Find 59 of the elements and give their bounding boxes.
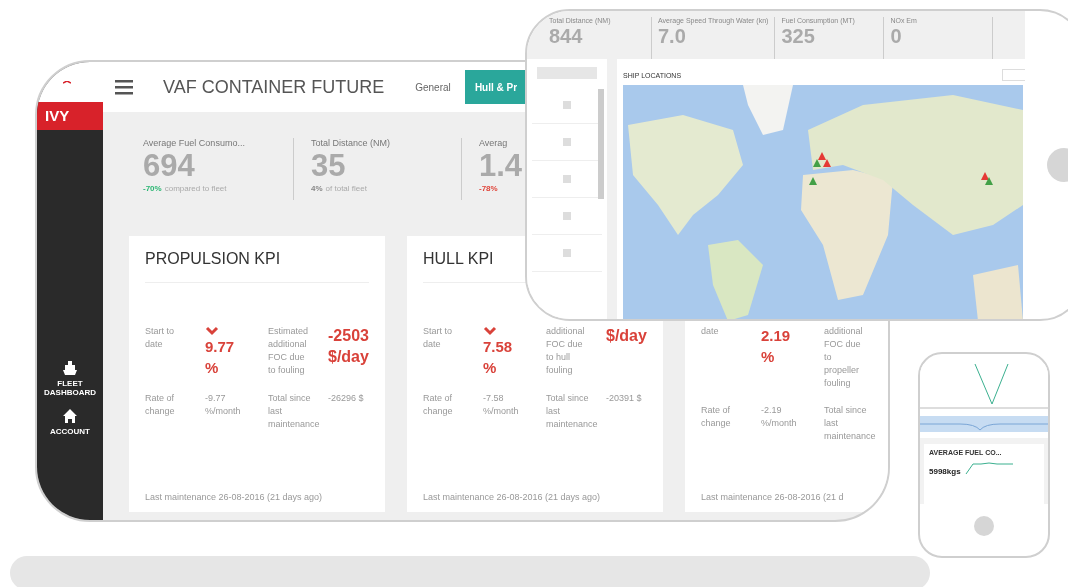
- card-title: PROPULSION KPI: [145, 250, 369, 283]
- filter-button[interactable]: [537, 67, 597, 79]
- kpi-label: Total since last maintenance: [546, 392, 599, 431]
- kpi-value: 9.77 %: [205, 337, 236, 378]
- kpi-value: -20391 $: [606, 392, 643, 405]
- kpi-value: 7.58 %: [483, 337, 514, 378]
- kpi-value: 2.19 %: [761, 326, 792, 367]
- kpi-label: additional FOC due to propeller fouling: [824, 325, 864, 390]
- scrollbar[interactable]: [598, 89, 604, 199]
- kpi-value: -2.19 %/month: [761, 404, 798, 430]
- kpi-label: Total since last maintenance: [824, 404, 877, 443]
- kpi-value: -7.58 %/month: [483, 392, 520, 418]
- stat-change: -78%: [479, 184, 498, 193]
- stat-value: 694: [143, 148, 196, 184]
- brand-label: IVY: [37, 102, 103, 130]
- menu-icon: [115, 79, 133, 95]
- kpi-value: -2503 $/day: [328, 326, 370, 367]
- kpi-label: date: [701, 325, 720, 338]
- stat-label: Total Distance (NM): [311, 138, 392, 148]
- logo-mark-icon: [63, 80, 71, 84]
- checkbox[interactable]: [563, 249, 571, 257]
- stat-value: 7.0: [658, 25, 687, 48]
- kpi-label: Start to date: [423, 325, 453, 351]
- kpi-value: $/day: [606, 326, 648, 346]
- dashboard-title: VAF CONTAINER FUTURE: [163, 76, 386, 98]
- kpi-label: Rate of change: [423, 392, 454, 418]
- maintenance-note: Last maintenance 26-08-2016 (21 d: [701, 492, 845, 502]
- nav-item[interactable]: ACCOUNT: [42, 409, 98, 436]
- home-icon: [63, 409, 77, 423]
- kpi-label: Start to date: [145, 325, 175, 351]
- sparkline-drawing: [964, 460, 1015, 476]
- stat-change: 4%: [311, 184, 323, 193]
- checkbox[interactable]: [563, 138, 571, 146]
- kpi-label: Rate of change: [701, 404, 732, 430]
- checkbox[interactable]: [563, 175, 571, 183]
- kpi-label: Total since last maintenance: [268, 392, 321, 431]
- maintenance-note: Last maintenance 26-08-2016 (21 days ago): [423, 492, 602, 502]
- kpi-label: additional FOC due to hull fouling: [546, 325, 586, 377]
- ship-icon: [63, 361, 77, 375]
- stat-note: compared to fleet: [164, 184, 227, 193]
- search-field[interactable]: [1002, 69, 1025, 81]
- stat-value: 0: [890, 24, 903, 48]
- maintenance-note: Last maintenance 26-08-2016 (21 days ago): [145, 492, 324, 502]
- stat-label: Average Fuel Consumo...: [143, 138, 246, 148]
- card-value: 5998kgs: [929, 467, 961, 476]
- nav-item[interactable]: FLEET DASHBOARD: [42, 361, 98, 397]
- stat-change: -70%: [143, 184, 162, 193]
- stat-value: 1.4: [479, 148, 523, 184]
- checkbox[interactable]: [563, 101, 571, 109]
- kpi-value: -26296 $: [328, 392, 365, 405]
- kpi-label: Rate of change: [145, 392, 176, 418]
- stat-value: 844: [549, 24, 584, 48]
- checkbox[interactable]: [563, 212, 571, 220]
- stat-value: 325: [781, 25, 816, 48]
- stat-value: 35: [311, 148, 347, 184]
- stat-label: Averag: [479, 138, 509, 148]
- kpi-label: Estimated additional FOC due to fouling: [268, 325, 310, 377]
- home-button[interactable]: [974, 516, 994, 536]
- kpi-value: -9.77 %/month: [205, 392, 242, 418]
